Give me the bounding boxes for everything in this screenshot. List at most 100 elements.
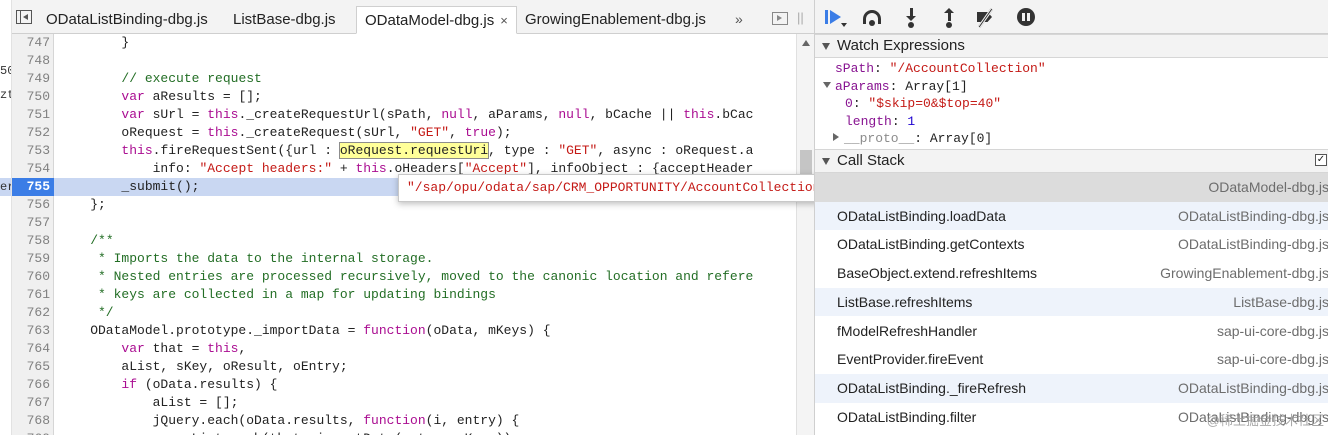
line-number[interactable]: 764 xyxy=(12,340,50,358)
line-number[interactable]: 769 xyxy=(12,430,50,435)
step-into-icon[interactable] xyxy=(901,7,923,28)
line-number[interactable]: 751 xyxy=(12,106,50,124)
watch-expressions-header[interactable]: Watch Expressions xyxy=(815,34,1328,58)
line-number[interactable]: 766 xyxy=(12,376,50,394)
tab-odatamodel[interactable]: ODataModel-dbg.js × xyxy=(356,6,517,34)
call-frame[interactable]: BaseObject.extend.refreshItems GrowingEna… xyxy=(815,259,1328,288)
call-frame-file[interactable]: GrowingEnablement-dbg.js xyxy=(1160,259,1328,287)
source-editor[interactable]: 747 } 748 749 // execute request 750 var aR… xyxy=(12,34,796,435)
close-tab-icon[interactable]: × xyxy=(500,13,508,28)
resume-icon[interactable] xyxy=(823,7,847,27)
tab-odatalistbinding[interactable]: ODataListBinding-dbg.js xyxy=(38,6,216,34)
call-frame-file[interactable]: ODataListBinding-dbg.js xyxy=(1178,202,1328,230)
watch-item-spath[interactable]: sPath: "/AccountCollection" xyxy=(835,60,1046,78)
code-token: * keys are collected in a map for updati… xyxy=(59,287,496,302)
scroll-up-arrow-icon[interactable] xyxy=(802,40,810,46)
tab-growingenablement[interactable]: GrowingEnablement-dbg.js xyxy=(517,6,714,34)
call-frame-file[interactable]: sap-ui-core-dbg.js xyxy=(1217,345,1328,373)
code-token: this xyxy=(683,107,715,122)
line-number[interactable]: 748 xyxy=(12,52,50,70)
line-number[interactable]: 763 xyxy=(12,322,50,340)
call-frame-function: EventProvider.fireEvent xyxy=(837,351,984,368)
scrollbar-thumb[interactable] xyxy=(800,150,812,176)
line-number[interactable]: 753 xyxy=(12,142,50,160)
watch-subitem-length[interactable]: length: 1 xyxy=(845,113,915,131)
editor-scrollbar[interactable] xyxy=(796,34,814,435)
async-checkbox[interactable]: ✓ xyxy=(1315,154,1327,166)
line-number[interactable]: 768 xyxy=(12,412,50,430)
toggle-debugger-sidebar-icon[interactable] xyxy=(772,12,788,25)
line-number[interactable]: 749 xyxy=(12,70,50,88)
collapse-triangle-icon[interactable] xyxy=(822,158,830,165)
line-number[interactable]: 752 xyxy=(12,124,50,142)
call-frame-file[interactable]: ODataListBinding-dbg.js xyxy=(1178,230,1328,258)
line-number[interactable]: 755 xyxy=(12,178,54,196)
call-frame[interactable]: ODataListBinding.loadData ODataListBindin… xyxy=(815,201,1328,231)
line-number[interactable]: 757 xyxy=(12,214,50,232)
code-line[interactable]: 752 oRequest = this._createRequest(sUrl,… xyxy=(12,124,796,142)
code-line[interactable]: 757 xyxy=(12,214,796,232)
step-over-icon[interactable] xyxy=(861,7,883,27)
line-number[interactable]: 758 xyxy=(12,232,50,250)
watch-subitem-index[interactable]: 0: "$skip=0&$top=40" xyxy=(845,95,1001,113)
code-line[interactable]: 758 /** xyxy=(12,232,796,250)
code-line[interactable]: 762 */ xyxy=(12,304,796,322)
code-line[interactable]: 747 } xyxy=(12,34,796,52)
code-line[interactable]: 768 jQuery.each(oData.results, function(… xyxy=(12,412,796,430)
code-line[interactable]: 748 xyxy=(12,52,796,70)
code-line[interactable]: 749 // execute request xyxy=(12,70,796,88)
line-number[interactable]: 762 xyxy=(12,304,50,322)
call-frame[interactable]: ODataListBinding._fireRefresh ODataListBi… xyxy=(815,373,1328,403)
pause-on-exceptions-icon[interactable] xyxy=(1015,7,1037,27)
line-number[interactable]: 765 xyxy=(12,358,50,376)
code-token: "GET" xyxy=(410,125,450,140)
code-line[interactable]: 760 * Nested entries are processed recur… xyxy=(12,268,796,286)
line-number[interactable]: 756 xyxy=(12,196,50,214)
code-text: _submit(); xyxy=(59,178,199,196)
expand-triangle-icon[interactable] xyxy=(823,82,831,88)
line-number[interactable]: 759 xyxy=(12,250,50,268)
call-frame[interactable]: fModelRefreshHandler sap-ui-core-dbg.js xyxy=(815,317,1328,346)
expand-triangle-icon[interactable] xyxy=(833,133,839,141)
call-frame-file[interactable]: ODataListBinding-dbg.js xyxy=(1178,374,1328,402)
call-stack-header[interactable]: Call Stack ✓ xyxy=(815,149,1328,173)
call-frame[interactable]: ODataModel-dbg.js xyxy=(815,173,1328,202)
line-number[interactable]: 747 xyxy=(12,34,50,52)
call-frame[interactable]: ODataListBinding.getContexts ODataListBin… xyxy=(815,230,1328,259)
code-line[interactable]: 753 this.fireRequestSent({url : oRequest… xyxy=(12,142,796,160)
code-line[interactable]: 759 * Imports the data to the internal s… xyxy=(12,250,796,268)
watch-subitem-proto[interactable]: __proto__: Array[0] xyxy=(833,130,992,148)
code-token: ODataModel.prototype._importData = xyxy=(59,323,364,338)
tab-listbase[interactable]: ListBase-dbg.js xyxy=(225,6,344,34)
code-line[interactable]: 766 if (oData.results) { xyxy=(12,376,796,394)
call-frame-file[interactable]: sap-ui-core-dbg.js xyxy=(1217,317,1328,345)
step-out-icon[interactable] xyxy=(939,7,961,28)
call-frame-file[interactable]: ODataModel-dbg.js xyxy=(1208,173,1328,201)
code-line[interactable]: 767 aList = []; xyxy=(12,394,796,412)
code-line[interactable]: 763 ODataModel.prototype._importData = f… xyxy=(12,322,796,340)
line-number[interactable]: 761 xyxy=(12,286,50,304)
code-line[interactable]: 769 aList.push(that._importData(entry, m… xyxy=(12,430,796,435)
code-token: , bCache || xyxy=(589,107,684,122)
toggle-navigator-icon[interactable] xyxy=(16,10,32,24)
call-frame-file[interactable]: ListBase-dbg.js xyxy=(1233,288,1328,316)
collapse-triangle-icon[interactable] xyxy=(822,43,830,50)
line-number[interactable]: 760 xyxy=(12,268,50,286)
call-frame[interactable]: EventProvider.fireEvent sap-ui-core-dbg.j… xyxy=(815,345,1328,374)
code-line[interactable]: 764 var that = this, xyxy=(12,340,796,358)
code-line[interactable]: 751 var sUrl = this._createRequestUrl(sP… xyxy=(12,106,796,124)
watch-item-aparams[interactable]: aParams: Array[1] xyxy=(823,78,968,96)
call-frame[interactable]: ListBase.refreshItems ListBase-dbg.js xyxy=(815,287,1328,317)
code-token: this xyxy=(207,107,239,122)
code-line[interactable]: 750 var aResults = []; xyxy=(12,88,796,106)
more-tabs-icon[interactable]: » xyxy=(735,11,743,27)
code-token: aList = []; xyxy=(59,395,239,410)
code-token: aList.push(that._importData(entry, mKeys… xyxy=(59,431,519,435)
line-number[interactable]: 750 xyxy=(12,88,50,106)
deactivate-breakpoints-icon[interactable] xyxy=(975,7,997,28)
code-line[interactable]: 761 * keys are collected in a map for up… xyxy=(12,286,796,304)
line-number[interactable]: 767 xyxy=(12,394,50,412)
line-number[interactable]: 754 xyxy=(12,160,50,178)
code-line[interactable]: 765 aList, sKey, oResult, oEntry; xyxy=(12,358,796,376)
